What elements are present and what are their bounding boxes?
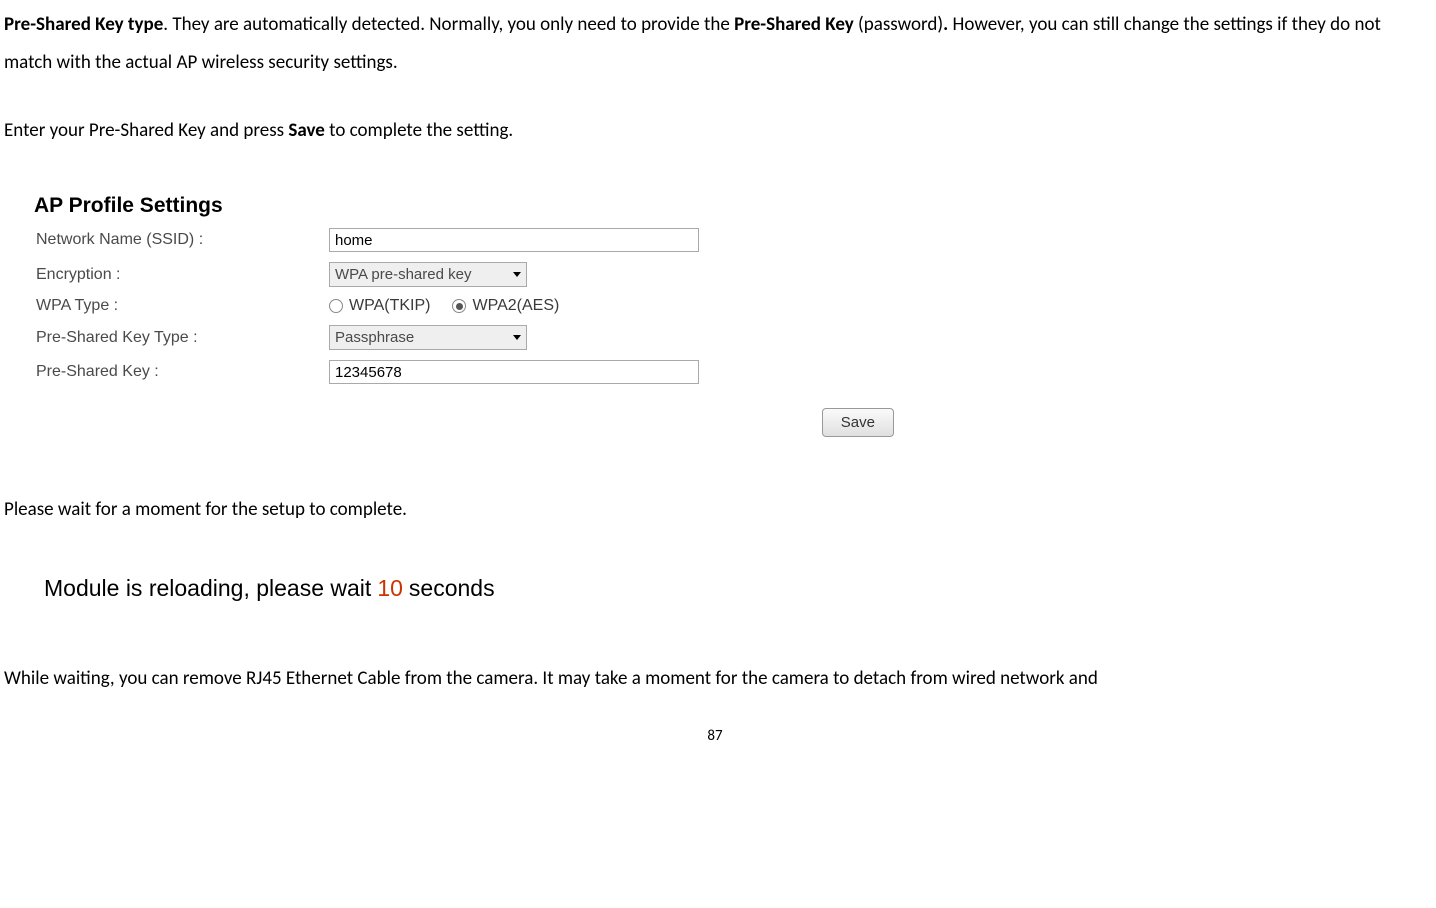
ssid-row: Network Name (SSID) : bbox=[34, 228, 914, 252]
instruction-paragraph: Enter your Pre-Shared Key and press Save… bbox=[4, 114, 1426, 148]
bold-psk: Pre-Shared Key bbox=[734, 13, 858, 36]
bold-period: . bbox=[943, 13, 952, 36]
psk-type-select[interactable]: Passphrase bbox=[329, 325, 527, 350]
intro-text2: (password) bbox=[858, 13, 943, 36]
instr-text1: Enter your Pre-Shared Key and press bbox=[4, 119, 288, 142]
reload-countdown: 10 bbox=[377, 575, 403, 602]
radio-icon-selected bbox=[452, 299, 466, 313]
page-number: 87 bbox=[4, 727, 1426, 745]
psk-label: Pre-Shared Key : bbox=[34, 363, 329, 381]
psk-type-value: Passphrase bbox=[335, 329, 414, 346]
wpa-option2-label: WPA2(AES) bbox=[472, 297, 559, 315]
psk-row: Pre-Shared Key : bbox=[34, 360, 914, 384]
reload-message: Module is reloading, please wait 10 seco… bbox=[44, 575, 1426, 602]
final-paragraph: While waiting, you can remove RJ45 Ether… bbox=[4, 662, 1426, 696]
instr-text2: to complete the setting. bbox=[329, 119, 513, 142]
wpa-tkip-radio[interactable]: WPA(TKIP) bbox=[329, 297, 430, 315]
wpa-option1-label: WPA(TKIP) bbox=[349, 297, 430, 315]
bold-psk-type: Pre-Shared Key type bbox=[4, 13, 163, 36]
wait-text: Please wait for a moment for the setup t… bbox=[4, 493, 1426, 527]
psk-type-row: Pre-Shared Key Type : Passphrase bbox=[34, 325, 914, 350]
panel-title: AP Profile Settings bbox=[34, 194, 914, 218]
encryption-select[interactable]: WPA pre-shared key bbox=[329, 262, 527, 287]
wpa-type-radio-group: WPA(TKIP) WPA2(AES) bbox=[329, 297, 559, 315]
reload-suffix: seconds bbox=[409, 575, 495, 602]
radio-icon bbox=[329, 299, 343, 313]
save-row: Save bbox=[34, 408, 914, 437]
reload-prefix: Module is reloading, please wait bbox=[44, 575, 371, 602]
chevron-down-icon bbox=[513, 335, 521, 340]
intro-text1: . They are automatically detected. Norma… bbox=[163, 13, 734, 36]
wpa-type-row: WPA Type : WPA(TKIP) WPA2(AES) bbox=[34, 297, 914, 315]
encryption-label: Encryption : bbox=[34, 266, 329, 284]
psk-input[interactable] bbox=[329, 360, 699, 384]
encryption-value: WPA pre-shared key bbox=[335, 266, 471, 283]
intro-paragraph: Pre-Shared Key type. They are automatica… bbox=[4, 6, 1426, 82]
encryption-row: Encryption : WPA pre-shared key bbox=[34, 262, 914, 287]
psk-type-label: Pre-Shared Key Type : bbox=[34, 329, 329, 347]
ssid-input[interactable] bbox=[329, 228, 699, 252]
wpa2-aes-radio[interactable]: WPA2(AES) bbox=[452, 297, 559, 315]
ssid-label: Network Name (SSID) : bbox=[34, 231, 329, 249]
chevron-down-icon bbox=[513, 272, 521, 277]
ap-profile-settings-panel: AP Profile Settings Network Name (SSID) … bbox=[34, 194, 914, 437]
save-button[interactable]: Save bbox=[822, 408, 894, 437]
bold-save: Save bbox=[288, 119, 329, 142]
wpa-type-label: WPA Type : bbox=[34, 297, 329, 315]
